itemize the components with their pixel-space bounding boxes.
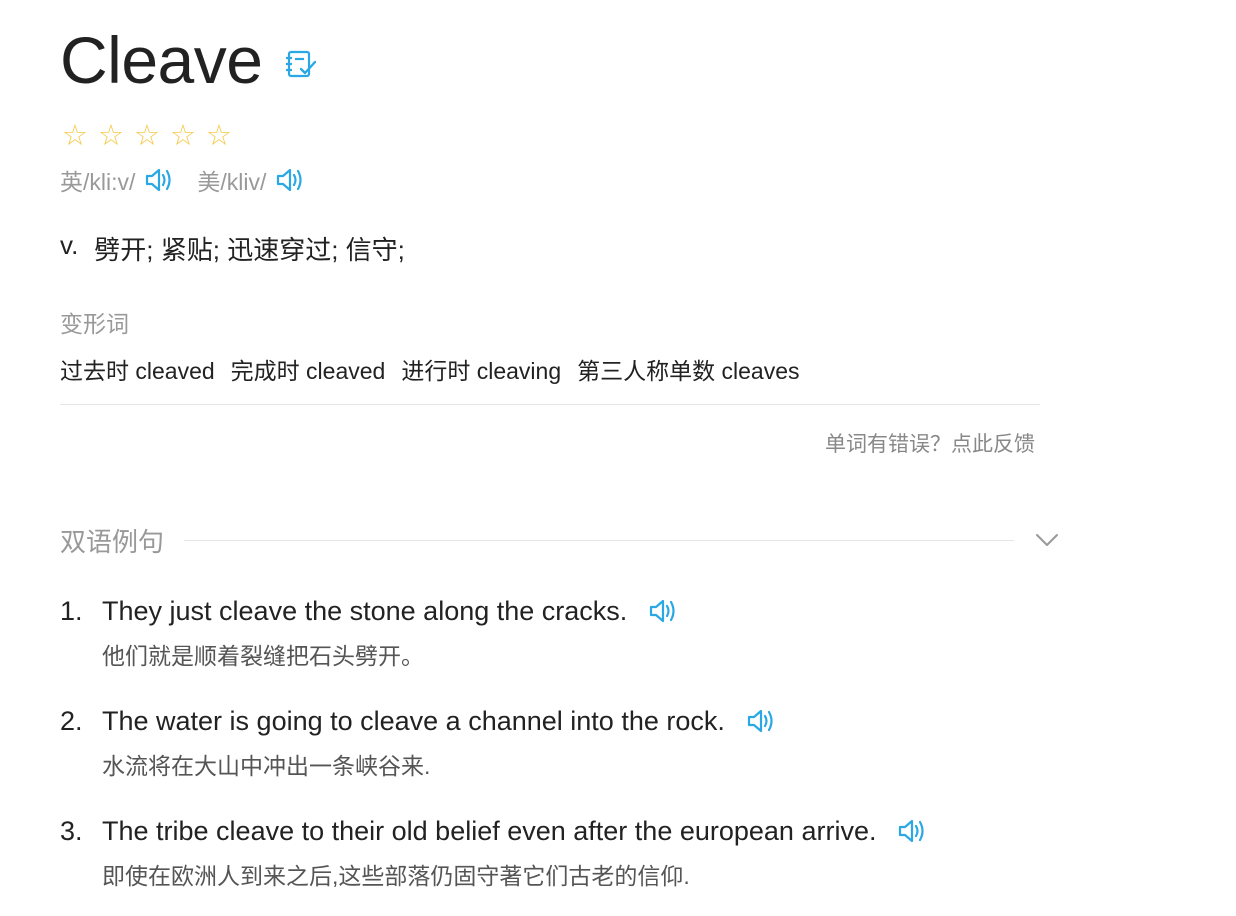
word-title: Cleave [60, 23, 263, 97]
star-icon: ☆ [62, 120, 88, 152]
word-form-third-person: 第三人称单数 cleaves [577, 358, 800, 384]
add-to-wordbook-icon[interactable] [284, 47, 318, 81]
phonetic-uk: 英/kli:v/ [60, 163, 175, 197]
feedback-link[interactable]: 单词有错误？点此反馈 [825, 428, 1035, 458]
word-forms: 过去时 cleaved 完成时 cleaved 进行时 cleaving 第三人… [60, 352, 816, 386]
example-chinese: 他们就是顺着裂缝把石头劈开。 [102, 643, 424, 669]
word-form-past: 过去时 cleaved [60, 358, 215, 384]
phonetic-us-label: 美/kliv/ [197, 169, 267, 195]
section-divider [184, 539, 1014, 541]
speaker-icon[interactable] [896, 817, 928, 845]
chevron-down-icon[interactable] [1034, 527, 1060, 553]
word-forms-label: 变形词 [60, 311, 129, 337]
star-rating: ☆ ☆ ☆ ☆ ☆ [60, 118, 234, 154]
example-number: 3. [60, 816, 83, 846]
example-chinese: 即使在欧洲人到来之后,这些部落仍固守著它们古老的信仰. [102, 863, 690, 889]
example-english: They just cleave the stone along the cra… [102, 588, 679, 634]
divider [60, 404, 1040, 405]
speaker-icon[interactable] [143, 166, 175, 194]
phonetic-us: 美/kliv/ [197, 163, 306, 197]
example-number: 2. [60, 706, 83, 736]
speaker-icon[interactable] [274, 166, 306, 194]
word-form-progressive: 进行时 cleaving [401, 358, 562, 384]
example-english: The tribe cleave to their old belief eve… [102, 808, 928, 854]
examples-section-header: 双语例句 [60, 520, 1060, 560]
examples-section-title: 双语例句 [60, 526, 165, 557]
star-icon: ☆ [206, 120, 232, 152]
phonetic-uk-label: 英/kli:v/ [60, 169, 136, 195]
star-icon: ☆ [170, 120, 196, 152]
star-icon: ☆ [98, 120, 124, 152]
example-chinese: 水流将在大山中冲出一条峡谷来. [102, 753, 431, 779]
example-english-text: The tribe cleave to their old belief eve… [102, 816, 877, 846]
example-number: 1. [60, 596, 83, 626]
definition: v. 劈开; 紧贴; 迅速穿过; 信守; [60, 230, 405, 267]
star-icon: ☆ [134, 120, 160, 152]
example-english-text: They just cleave the stone along the cra… [102, 596, 628, 626]
word-form-perfect: 完成时 cleaved [230, 358, 386, 384]
example-english-text: The water is going to cleave a channel i… [102, 706, 725, 736]
speaker-icon[interactable] [647, 597, 679, 625]
phonetics: 英/kli:v/ 美/kliv/ [60, 163, 328, 197]
example-english: The water is going to cleave a channel i… [102, 698, 777, 744]
definition-meaning: 劈开; 紧贴; 迅速穿过; 信守; [94, 235, 405, 265]
part-of-speech: v. [60, 230, 79, 260]
speaker-icon[interactable] [745, 707, 777, 735]
